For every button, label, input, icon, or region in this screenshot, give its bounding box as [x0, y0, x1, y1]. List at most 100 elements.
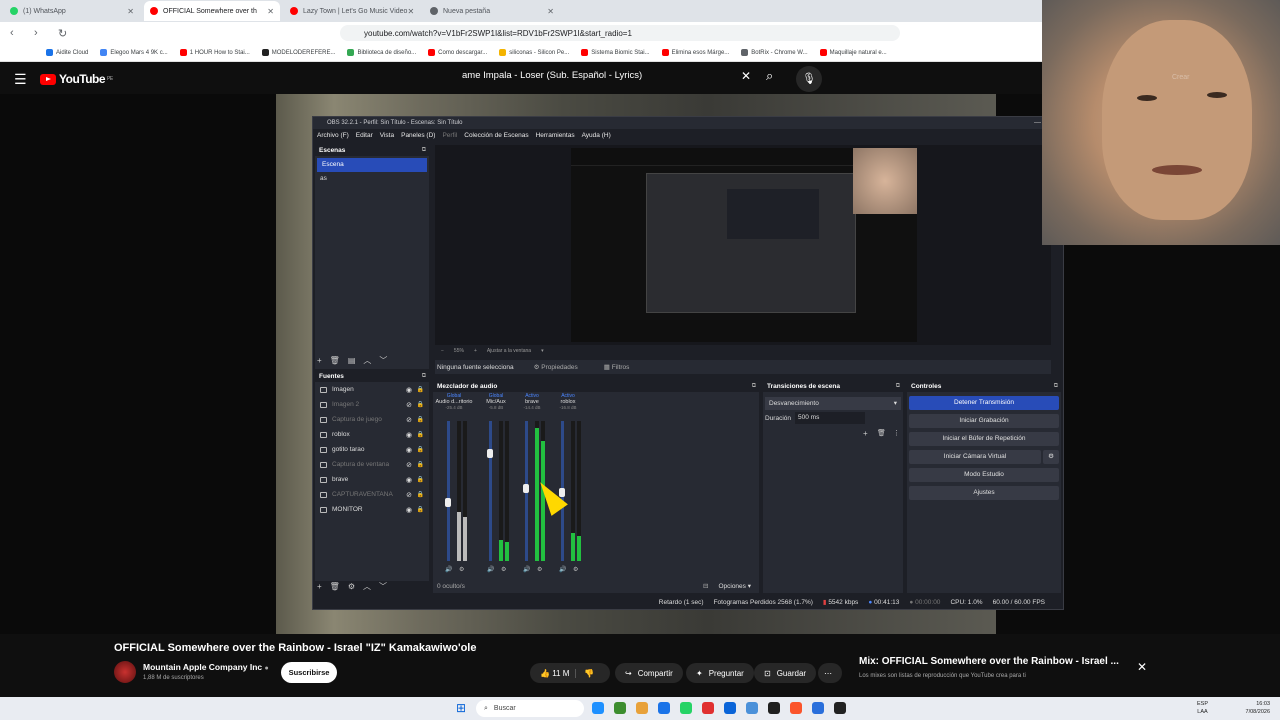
- source-item[interactable]: Imagen 2 ⊘ 🔒: [315, 397, 429, 412]
- save-button[interactable]: ⊡ Guardar: [754, 663, 817, 683]
- bookmark-item[interactable]: Elegoo Mars 4 9K c...: [100, 49, 168, 56]
- obs-menu-item[interactable]: Ayuda (H): [582, 132, 611, 139]
- mix-playlist-header[interactable]: Mix: OFFICIAL Somewhere over the Rainbow…: [851, 648, 1161, 694]
- bookmark-item[interactable]: Elimina esos Márge...: [661, 49, 729, 56]
- youtube-logo[interactable]: YouTube PE: [40, 72, 113, 86]
- fit-window[interactable]: Ajustar a la ventana: [487, 348, 531, 354]
- taskbar-app-icon[interactable]: [768, 702, 780, 714]
- source-item[interactable]: brave ◉ 🔒: [315, 472, 429, 487]
- source-item[interactable]: gotito tarao ◉ 🔒: [315, 442, 429, 457]
- bookmark-item[interactable]: BotRix - Chrome W...: [741, 49, 808, 56]
- add-icon[interactable]: +: [317, 582, 322, 591]
- control-button[interactable]: Detener Transmisión: [909, 396, 1059, 410]
- bookmark-item[interactable]: Maquillaje natural e...: [819, 49, 887, 56]
- options-button[interactable]: Opciones ▾: [718, 582, 751, 590]
- taskbar-app-icon[interactable]: [746, 702, 758, 714]
- eye-off-icon[interactable]: ⊘: [406, 461, 412, 469]
- source-item[interactable]: roblox ◉ 🔒: [315, 427, 429, 442]
- system-clock[interactable]: 16:03 7/08/2026: [1246, 700, 1270, 716]
- trash-icon[interactable]: 🗑: [330, 582, 340, 591]
- browser-tab[interactable]: Nueva pestaña ✕: [424, 1, 560, 21]
- like-button[interactable]: 👍 11 M: [540, 669, 569, 678]
- back-icon[interactable]: ‹: [10, 27, 24, 39]
- taskbar-app-icon[interactable]: [658, 702, 670, 714]
- obs-menu-item[interactable]: Paneles (D): [401, 132, 435, 139]
- gear-icon[interactable]: ⚙: [348, 582, 355, 591]
- subscribe-button[interactable]: Suscribirse: [281, 662, 337, 683]
- forward-icon[interactable]: ›: [34, 27, 48, 39]
- bookmark-item[interactable]: Biblioteca de diseño...: [347, 49, 416, 56]
- channel-avatar[interactable]: [114, 661, 136, 683]
- close-icon[interactable]: ✕: [1137, 660, 1147, 674]
- bookmark-item[interactable]: siliconas - Silicon Pe...: [499, 49, 569, 56]
- browser-tab[interactable]: Lazy Town | Let's Go Music Video ✕: [284, 1, 420, 21]
- transition-select[interactable]: Desvanecimiento ▾: [765, 397, 901, 410]
- lock-icon[interactable]: 🔒: [417, 431, 424, 438]
- control-button[interactable]: Iniciar el Búfer de Repetición: [909, 432, 1059, 446]
- source-item[interactable]: MONITOR ◉ 🔒: [315, 502, 429, 517]
- url-field[interactable]: youtube.com/watch?v=V1bFr2SWP1I&list=RDV…: [340, 25, 900, 41]
- undock-icon[interactable]: ⧉: [752, 381, 756, 392]
- add-icon[interactable]: +: [863, 429, 868, 438]
- close-tab-icon[interactable]: ✕: [267, 7, 274, 16]
- source-item[interactable]: Imagen ◉ 🔒: [315, 382, 429, 397]
- speaker-icon[interactable]: 🔊: [487, 566, 494, 573]
- taskbar-app-icon[interactable]: [680, 702, 692, 714]
- bookmark-item[interactable]: 1 HOUR How to Stai...: [179, 49, 250, 56]
- lock-icon[interactable]: 🔒: [417, 476, 424, 483]
- lock-icon[interactable]: 🔒: [417, 386, 424, 393]
- reload-icon[interactable]: ↻: [58, 27, 72, 40]
- obs-menu-item[interactable]: Perfil: [442, 132, 457, 139]
- taskbar-search[interactable]: ⌕ Buscar: [476, 700, 584, 717]
- chevron-down-icon[interactable]: ▾: [541, 348, 544, 354]
- zoom-in-icon[interactable]: +: [474, 348, 477, 354]
- close-tab-icon[interactable]: ✕: [407, 7, 414, 16]
- browser-tab[interactable]: (1) WhatsApp ✕: [4, 1, 140, 21]
- down-icon[interactable]: ﹀: [379, 581, 387, 592]
- eye-off-icon[interactable]: ⊘: [406, 491, 412, 499]
- fader-knob[interactable]: [445, 498, 451, 507]
- obs-menu-item[interactable]: Archivo (F): [317, 132, 349, 139]
- bookmark-item[interactable]: MODELODEREFERE...: [261, 49, 335, 56]
- preview-canvas[interactable]: [435, 145, 1051, 345]
- close-tab-icon[interactable]: ✕: [547, 7, 554, 16]
- lock-icon[interactable]: 🔒: [417, 506, 424, 513]
- microphone-icon[interactable]: 🎙: [796, 66, 822, 92]
- properties-button[interactable]: ⚙ Propiedades: [528, 362, 584, 372]
- gear-icon[interactable]: ⚙: [1043, 450, 1059, 464]
- volume-fader[interactable]: [489, 421, 492, 561]
- fader-knob[interactable]: [487, 449, 493, 458]
- eye-icon[interactable]: ◉: [406, 476, 412, 484]
- source-item[interactable]: CAPTURAVENTANA ⊘ 🔒: [315, 487, 429, 502]
- up-icon[interactable]: ︿: [363, 581, 371, 592]
- down-icon[interactable]: ﹀: [379, 355, 387, 366]
- lock-icon[interactable]: 🔒: [417, 416, 424, 423]
- lock-icon[interactable]: 🔒: [417, 491, 424, 498]
- up-icon[interactable]: ︿: [363, 355, 371, 366]
- gear-icon[interactable]: ⚙: [573, 566, 578, 573]
- source-item[interactable]: Captura de ventana ⊘ 🔒: [315, 457, 429, 472]
- undock-icon[interactable]: ⧉: [896, 381, 900, 392]
- fader-knob[interactable]: [523, 484, 529, 493]
- gear-icon[interactable]: ⚙: [537, 566, 542, 573]
- control-button[interactable]: Iniciar Grabación: [909, 414, 1059, 428]
- add-icon[interactable]: +: [317, 356, 322, 365]
- browser-tab[interactable]: OFFICIAL Somewhere over th ✕: [144, 1, 280, 21]
- taskbar-app-icon[interactable]: [614, 702, 626, 714]
- filters-button[interactable]: ▦ Filtros: [598, 362, 636, 372]
- trash-icon[interactable]: 🗑: [877, 429, 886, 437]
- taskbar-app-icon[interactable]: [702, 702, 714, 714]
- eye-icon[interactable]: ◉: [406, 506, 412, 514]
- lock-icon[interactable]: 🔒: [417, 401, 424, 408]
- eye-off-icon[interactable]: ⊘: [406, 401, 412, 409]
- menu-icon[interactable]: ☰: [14, 71, 27, 88]
- taskbar-app-icon[interactable]: [592, 702, 604, 714]
- bookmark-item[interactable]: Sistema Biomic Stai...: [581, 49, 650, 56]
- trash-icon[interactable]: 🗑: [330, 356, 340, 365]
- channel-name[interactable]: Mountain Apple Company Inc ●: [143, 662, 269, 672]
- eye-icon[interactable]: ◉: [406, 386, 412, 394]
- filter-icon[interactable]: ▤: [348, 356, 356, 365]
- lock-icon[interactable]: 🔒: [417, 461, 424, 468]
- taskbar-app-icon[interactable]: [834, 702, 846, 714]
- dislike-button[interactable]: 👎: [575, 668, 594, 678]
